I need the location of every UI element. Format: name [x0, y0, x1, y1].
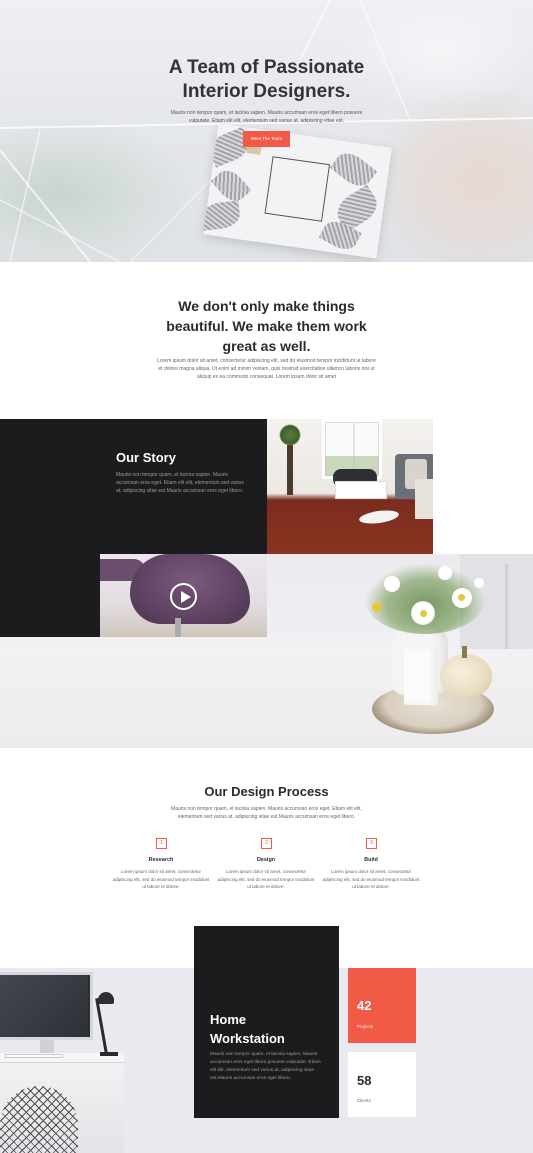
stat-card-projects: 42 Projects: [348, 968, 416, 1043]
hero-title: A Team of Passionate Interior Designers.: [0, 56, 533, 104]
step-description: Lorem ipsum dolor sit amet, consectetur …: [112, 869, 210, 889]
candle: [404, 647, 438, 705]
stat-number: 58: [357, 1073, 372, 1088]
intro-title: We don't only make things beautiful. We …: [140, 296, 393, 356]
desk-lamp: [98, 992, 114, 1004]
postcard-frame: [264, 156, 331, 222]
hero-description: Mauris non tempor quam, et lacinia sapie…: [170, 110, 363, 124]
hero-postcard-image: [203, 123, 392, 259]
step-number-badge: 2: [261, 838, 272, 849]
process-description: Mauris non tempor quam, et lacinia sapie…: [171, 806, 362, 820]
workstation-title-line1: Home: [210, 1012, 247, 1027]
story-description: Mauris non tempor quam, et lacinia sapie…: [116, 472, 244, 494]
stat-label: Clients: [357, 1098, 371, 1103]
step-number-badge: 1: [156, 838, 167, 849]
hero-title-line1: A Team of Passionate: [168, 57, 365, 78]
stat-number: 42: [357, 998, 372, 1013]
stat-label: Projects: [357, 1024, 374, 1029]
intro-title-line1: We don't only make things: [178, 298, 355, 314]
pumpkin: [440, 654, 492, 699]
step-title: Design: [256, 857, 276, 863]
intro-title-line3: great as well.: [222, 338, 311, 354]
step-description: Lorem ipsum dolor sit amet, consectetur …: [217, 869, 315, 889]
play-icon[interactable]: [170, 583, 197, 610]
step-title: Build: [364, 857, 378, 863]
workstation-title: Home Workstation: [210, 1010, 320, 1048]
intro-title-line2: beautiful. We make them work: [166, 318, 367, 334]
stat-card-clients: 58 Clients: [348, 1052, 416, 1117]
story-title: Our Story: [116, 450, 176, 465]
workstation-title-line2: Workstation: [210, 1031, 285, 1046]
hero-title-line2: Interior Designers.: [182, 81, 351, 102]
monitor: [0, 972, 93, 1040]
living-room-image: [267, 419, 433, 554]
meet-the-team-button[interactable]: Meet The Team: [243, 131, 290, 147]
step-title: Research: [148, 857, 174, 863]
hero-section: A Team of Passionate Interior Designers.…: [0, 0, 533, 262]
step-description: Lorem ipsum dolor sit amet, consectetur …: [322, 869, 420, 889]
step-number-badge: 3: [366, 838, 377, 849]
process-title: Our Design Process: [204, 784, 329, 799]
workstation-description: Mauris non tempor quam, et lacinia sapie…: [210, 1052, 321, 1081]
intro-description: Lorem ipsum dolor sit amet, consectetur …: [157, 358, 376, 380]
